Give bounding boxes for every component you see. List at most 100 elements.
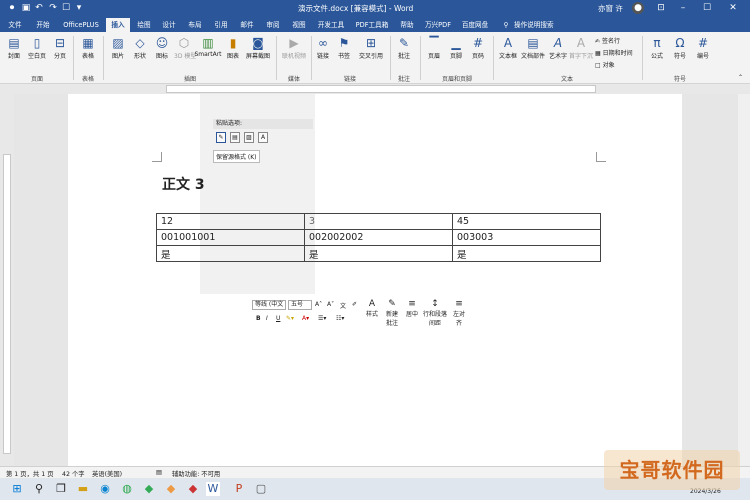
tab-layout[interactable]: 布局 bbox=[184, 18, 206, 32]
cross-reference-button[interactable]: ⊞ 交叉引用 bbox=[355, 36, 387, 60]
file-explorer-icon[interactable]: ▬ bbox=[76, 482, 90, 496]
keep-source-format-icon[interactable]: ✎ bbox=[216, 132, 226, 143]
online-video-button[interactable]: ▶ 联机视频 bbox=[281, 36, 307, 60]
save-icon[interactable]: ▣ bbox=[20, 2, 32, 14]
search-icon[interactable]: ⚲ bbox=[32, 482, 46, 496]
font-color-icon[interactable]: A▾ bbox=[302, 315, 309, 322]
comment-button[interactable]: ✎ 批注 bbox=[394, 36, 414, 60]
merge-format-icon[interactable]: ▤ bbox=[230, 132, 240, 143]
table-button[interactable]: ▦ 表格 bbox=[78, 36, 98, 60]
clear-format-icon[interactable]: ✐ bbox=[352, 301, 357, 308]
page-count[interactable]: 第 1 页，共 1 页 bbox=[6, 469, 54, 478]
tell-me-search[interactable]: 操作说明搜索 bbox=[514, 18, 564, 32]
signature-line-button[interactable]: ✍ 签名行 bbox=[595, 36, 620, 45]
app-icon[interactable]: ◆ bbox=[142, 482, 156, 496]
accessibility-status[interactable]: 辅助功能: 不可用 bbox=[172, 469, 220, 478]
quick-parts-button[interactable]: ▤ 文档部件 bbox=[520, 36, 546, 60]
line-spacing-button[interactable]: ↕ 行和段落 间距 bbox=[421, 299, 449, 327]
minimize-icon[interactable]: – bbox=[677, 2, 689, 14]
table-cell[interactable]: 12 bbox=[156, 213, 305, 230]
new-comment-button[interactable]: ✎ 新建 批注 bbox=[382, 299, 402, 327]
doc-heading[interactable]: 正文 3 bbox=[162, 174, 205, 194]
word-taskbar-icon[interactable]: W bbox=[206, 482, 220, 496]
tab-pdf-toolbox[interactable]: PDF工具箱 bbox=[352, 18, 392, 32]
tab-review[interactable]: 审阅 bbox=[262, 18, 284, 32]
table-cell[interactable]: 45 bbox=[452, 213, 601, 230]
bold-button[interactable]: B bbox=[256, 315, 261, 322]
picture-paste-icon[interactable]: ▨ bbox=[244, 132, 254, 143]
dropcap-button[interactable]: A 首字下沉 bbox=[569, 36, 593, 60]
table-cell[interactable]: 002002002 bbox=[304, 229, 453, 246]
cover-button[interactable]: ▤ 封面 bbox=[4, 36, 24, 60]
touch-mode-icon[interactable]: ☐ bbox=[60, 2, 72, 14]
blank-page-button[interactable]: ▯ 空白页 bbox=[26, 36, 48, 60]
table-cell[interactable]: 3 bbox=[304, 213, 453, 230]
horizontal-ruler[interactable] bbox=[0, 84, 750, 94]
app-icon[interactable]: ◆ bbox=[164, 482, 178, 496]
date-time-button[interactable]: ▦ 日期和时间 bbox=[595, 48, 633, 57]
styles-button[interactable]: A 样式 bbox=[364, 299, 380, 318]
chart-button[interactable]: ▮ 图表 bbox=[224, 36, 242, 60]
table-cell[interactable]: 是 bbox=[304, 245, 453, 262]
numbering-icon[interactable]: ☷▾ bbox=[336, 315, 344, 322]
table-cell[interactable]: 003003 bbox=[452, 229, 601, 246]
word-count[interactable]: 42 个字 bbox=[62, 469, 85, 478]
footer-button[interactable]: ▁ 页脚 bbox=[446, 36, 466, 60]
tab-home[interactable]: 开始 bbox=[30, 18, 56, 32]
3d-models-button[interactable]: ⬡ 3D 模型 bbox=[174, 36, 196, 60]
tab-insert[interactable]: 插入 bbox=[106, 18, 130, 32]
language[interactable]: 英语(美国) bbox=[92, 469, 122, 478]
tab-design[interactable]: 设计 bbox=[158, 18, 180, 32]
font-select[interactable]: 等线 (中文 bbox=[252, 300, 286, 310]
collapse-ribbon-icon[interactable]: ⌃ bbox=[738, 74, 743, 81]
equation-button[interactable]: π 公式 bbox=[647, 36, 667, 60]
header-button[interactable]: ▔ 页眉 bbox=[424, 36, 444, 60]
tab-file[interactable]: 文件 bbox=[4, 18, 26, 32]
tab-view[interactable]: 视图 bbox=[288, 18, 310, 32]
icons-button[interactable]: ☺ 图标 bbox=[152, 36, 172, 60]
underline-button[interactable]: U bbox=[276, 315, 280, 322]
start-icon[interactable]: ⊞ bbox=[10, 482, 24, 496]
textbox-button[interactable]: A 文本框 bbox=[497, 36, 519, 60]
tab-mailings[interactable]: 邮件 bbox=[236, 18, 258, 32]
vertical-ruler[interactable] bbox=[0, 94, 14, 466]
edge-icon[interactable]: ◉ bbox=[98, 482, 112, 496]
tab-developer[interactable]: 开发工具 bbox=[314, 18, 348, 32]
bullets-icon[interactable]: ☰▾ bbox=[318, 315, 326, 322]
italic-button[interactable]: I bbox=[266, 315, 268, 322]
tab-help[interactable]: 帮助 bbox=[396, 18, 418, 32]
keep-text-only-icon[interactable]: A bbox=[258, 132, 268, 143]
picture-button[interactable]: ▨ 图片 bbox=[108, 36, 128, 60]
shrink-font-icon[interactable]: A˅ bbox=[327, 301, 334, 308]
powerpoint-icon[interactable]: P bbox=[232, 482, 246, 496]
table-cell[interactable]: 是 bbox=[156, 245, 305, 262]
font-size-select[interactable]: 五号 bbox=[288, 300, 312, 310]
page-break-button[interactable]: ⊟ 分页 bbox=[50, 36, 70, 60]
task-view-icon[interactable]: ❐ bbox=[54, 482, 68, 496]
ribbon-display-icon[interactable]: ⊡ bbox=[655, 2, 667, 14]
avatar[interactable]: ● bbox=[632, 2, 644, 14]
align-left-button[interactable]: ≡ 左对齐 bbox=[451, 299, 467, 327]
tab-officeplus[interactable]: OfficePLUS bbox=[60, 18, 102, 32]
tab-wondershare-pdf[interactable]: 万兴PDF bbox=[422, 18, 454, 32]
tab-baidu-netdisk[interactable]: 百度网盘 bbox=[458, 18, 492, 32]
wechat-icon[interactable]: ◍ bbox=[120, 482, 134, 496]
wordart-button[interactable]: A 艺术字 bbox=[547, 36, 569, 60]
symbol-button[interactable]: Ω 符号 bbox=[670, 36, 690, 60]
close-icon[interactable]: ✕ bbox=[727, 2, 739, 14]
vertical-scrollbar[interactable] bbox=[738, 94, 750, 466]
shapes-button[interactable]: ◇ 形状 bbox=[130, 36, 150, 60]
doc-table[interactable]: 12 3 45 001001001 002002002 003003 是 是 是 bbox=[156, 213, 601, 262]
grow-font-icon[interactable]: A˄ bbox=[315, 301, 322, 308]
smartart-button[interactable]: ▥ SmartArt bbox=[194, 36, 222, 58]
center-button[interactable]: ≡ 居中 bbox=[404, 299, 420, 318]
table-cell[interactable]: 001001001 bbox=[156, 229, 305, 246]
highlight-icon[interactable]: ✎▾ bbox=[286, 315, 294, 322]
object-button[interactable]: □ 对象 bbox=[595, 60, 615, 69]
tab-draw[interactable]: 绘图 bbox=[134, 18, 154, 32]
number-button[interactable]: # 编号 bbox=[693, 36, 713, 60]
user-name[interactable]: 亦窗 许 bbox=[598, 3, 623, 14]
pinyin-icon[interactable]: 文 bbox=[340, 301, 346, 310]
app-icon[interactable]: ▢ bbox=[254, 482, 268, 496]
bookmark-button[interactable]: ⚑ 书签 bbox=[335, 36, 353, 60]
